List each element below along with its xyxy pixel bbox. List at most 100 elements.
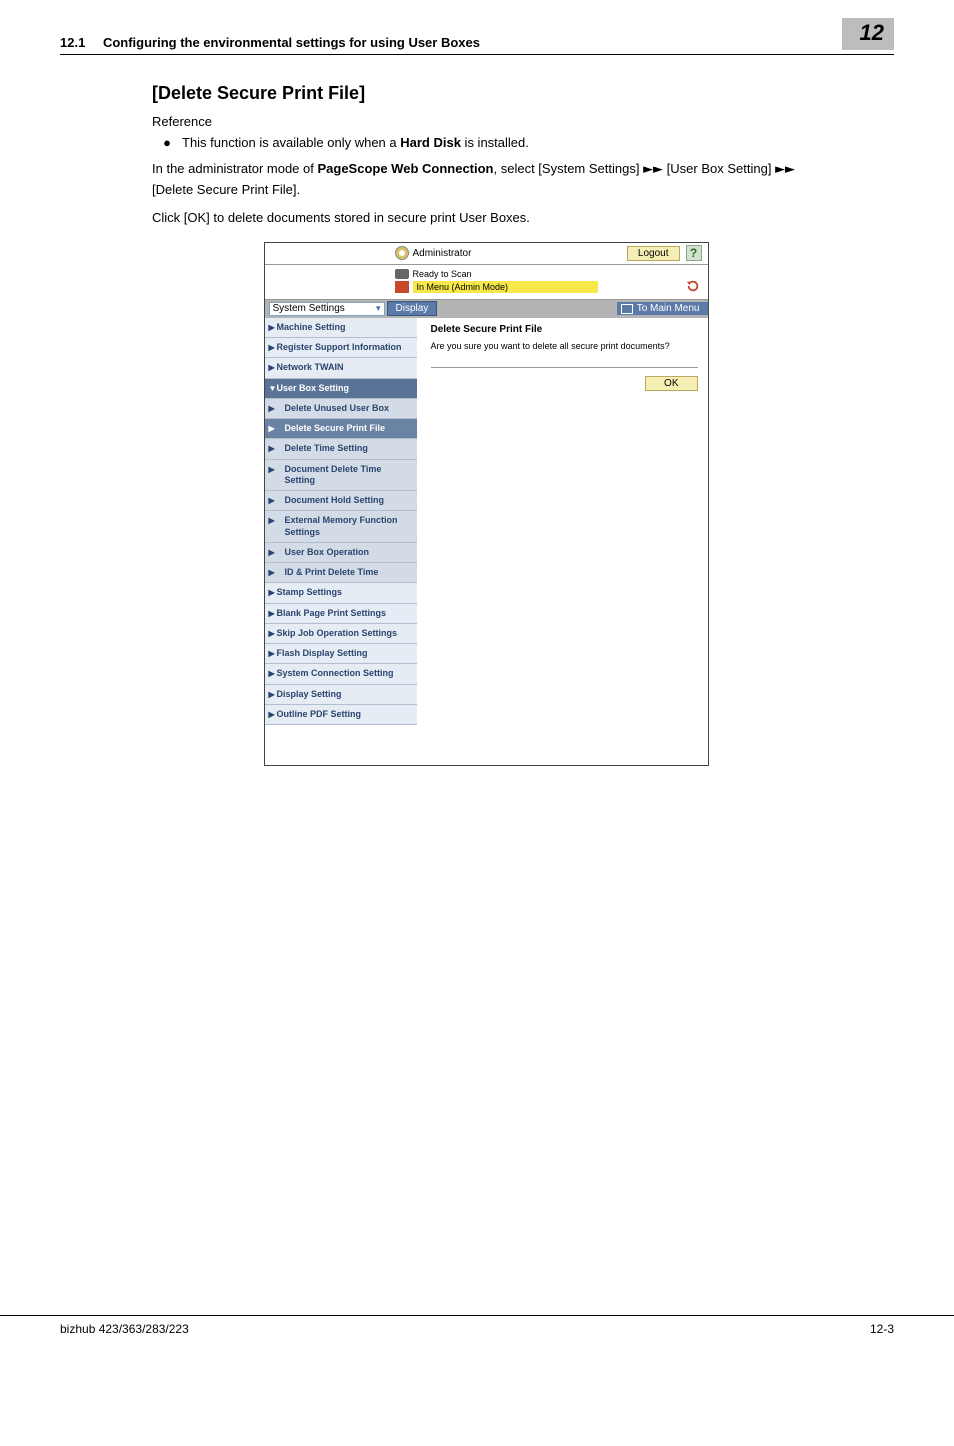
logout-button[interactable]: Logout [627,246,680,261]
nav-item-label: Delete Unused User Box [285,403,390,413]
chevron-down-icon [269,384,277,394]
chevron-right-icon [269,424,275,434]
nav-item-label: External Memory Function Settings [285,515,398,536]
section-number: 12.1 [60,35,85,50]
screenshot-header: Administrator Logout ? [265,243,708,265]
chevron-right-icon [269,649,275,659]
settings-dropdown[interactable]: System Settings ▾ [269,302,385,316]
chevron-down-icon: ▾ [376,303,381,314]
chevron-right-icon [269,710,275,720]
chevron-right-icon [269,568,275,578]
bullet-hard-disk: ● This function is available only when a… [152,133,820,153]
chapter-badge: 12 [842,18,894,50]
status-area: Ready to Scan In Menu (Admin Mode) [265,265,708,300]
chevron-right-icon [269,690,275,700]
nav-item[interactable]: Register Support Information [265,338,417,358]
nav-item[interactable]: Delete Unused User Box [265,399,417,419]
nav-item[interactable]: External Memory Function Settings [265,511,417,543]
chevron-right-icon [269,444,275,454]
nav-item-label: Display Setting [277,689,342,699]
bullet-icon: ● [152,133,182,153]
nav-item[interactable]: Skip Job Operation Settings [265,624,417,644]
footer-product: bizhub 423/363/283/223 [60,1322,189,1336]
display-button[interactable]: Display [387,301,438,316]
refresh-icon[interactable] [686,279,700,293]
nav-item-label: System Connection Setting [277,668,394,678]
nav-item-label: Delete Time Setting [285,443,368,453]
chevron-right-icon [269,404,275,414]
nav-item-label: Document Hold Setting [285,495,385,505]
nav-item-label: Outline PDF Setting [277,709,362,719]
reference-label: Reference [152,114,820,129]
to-main-menu-button[interactable]: To Main Menu [617,302,708,315]
nav-item[interactable]: Network TWAIN [265,358,417,378]
nav-item[interactable]: User Box Setting [265,379,417,399]
chevron-right-icon [269,629,275,639]
nav-item-label: Flash Display Setting [277,648,368,658]
administrator-label: Administrator [413,248,627,259]
confirm-question: Are you sure you want to delete all secu… [431,341,698,351]
nav-item[interactable]: Delete Secure Print File [265,419,417,439]
nav-item-label: Document Delete Time Setting [285,464,382,485]
toolbar: System Settings ▾ Display To Main Menu [265,300,708,318]
heading-delete-secure-print: [Delete Secure Print File] [152,83,820,104]
paragraph-click-ok: Click [OK] to delete documents stored in… [152,208,820,228]
nav-item[interactable]: Flash Display Setting [265,644,417,664]
nav-item-label: Register Support Information [277,342,402,352]
footer-page-number: 12-3 [870,1322,894,1336]
nav-item[interactable]: Outline PDF Setting [265,705,417,725]
chevron-right-icon [269,496,275,506]
nav-item[interactable]: Delete Time Setting [265,439,417,459]
help-icon[interactable]: ? [686,245,702,261]
page-footer: bizhub 423/363/283/223 12-3 [0,1315,954,1350]
nav-item[interactable]: Display Setting [265,685,417,705]
nav-item-label: User Box Operation [285,547,370,557]
bullet-text-pre: This function is available only when a [182,135,400,150]
nav-item-label: User Box Setting [277,383,350,393]
section-title: Configuring the environmental settings f… [103,35,480,50]
arrow-icon: ►► [775,162,795,177]
chevron-right-icon [269,669,275,679]
nav-item-label: Stamp Settings [277,587,343,597]
ok-button[interactable]: OK [645,376,697,391]
chevron-right-icon [269,323,275,333]
nav-item[interactable]: Document Hold Setting [265,491,417,511]
nav-item-label: Skip Job Operation Settings [277,628,398,638]
chevron-right-icon [269,609,275,619]
chevron-right-icon [269,363,275,373]
nav-item-label: Network TWAIN [277,362,344,372]
paragraph-nav-path: In the administrator mode of PageScope W… [152,159,820,200]
screenshot-panel: Administrator Logout ? Ready to Scan In … [264,242,709,766]
nav-item[interactable]: Machine Setting [265,318,417,338]
nav-item-label: Delete Secure Print File [285,423,386,433]
bullet-text-post: is installed. [461,135,529,150]
panel-title: Delete Secure Print File [431,324,698,335]
nav-item[interactable]: Stamp Settings [265,583,417,603]
chevron-right-icon [269,516,275,526]
menu-mode-icon [395,281,409,293]
administrator-icon [395,246,409,260]
chevron-right-icon [269,343,275,353]
chevron-right-icon [269,548,275,558]
bullet-text-bold: Hard Disk [400,135,461,150]
nav-item[interactable]: User Box Operation [265,543,417,563]
side-nav: Machine Setting Register Support Informat… [265,318,417,725]
nav-item-label: ID & Print Delete Time [285,567,379,577]
nav-item[interactable]: ID & Print Delete Time [265,563,417,583]
nav-item-label: Blank Page Print Settings [277,608,387,618]
scanner-icon [395,269,409,279]
chevron-right-icon [269,465,275,475]
nav-item-label: Machine Setting [277,322,346,332]
nav-item[interactable]: Blank Page Print Settings [265,604,417,624]
dropdown-value: System Settings [273,303,345,314]
main-menu-icon [621,304,633,314]
to-main-menu-label: To Main Menu [637,303,700,314]
nav-item[interactable]: System Connection Setting [265,664,417,684]
divider [431,367,698,368]
chevron-right-icon [269,588,275,598]
arrow-icon: ►► [643,162,663,177]
nav-item[interactable]: Document Delete Time Setting [265,460,417,492]
status-ready: Ready to Scan [413,269,472,279]
menu-mode-bar: In Menu (Admin Mode) [413,281,599,293]
page-header: 12.1 Configuring the environmental setti… [60,18,894,55]
